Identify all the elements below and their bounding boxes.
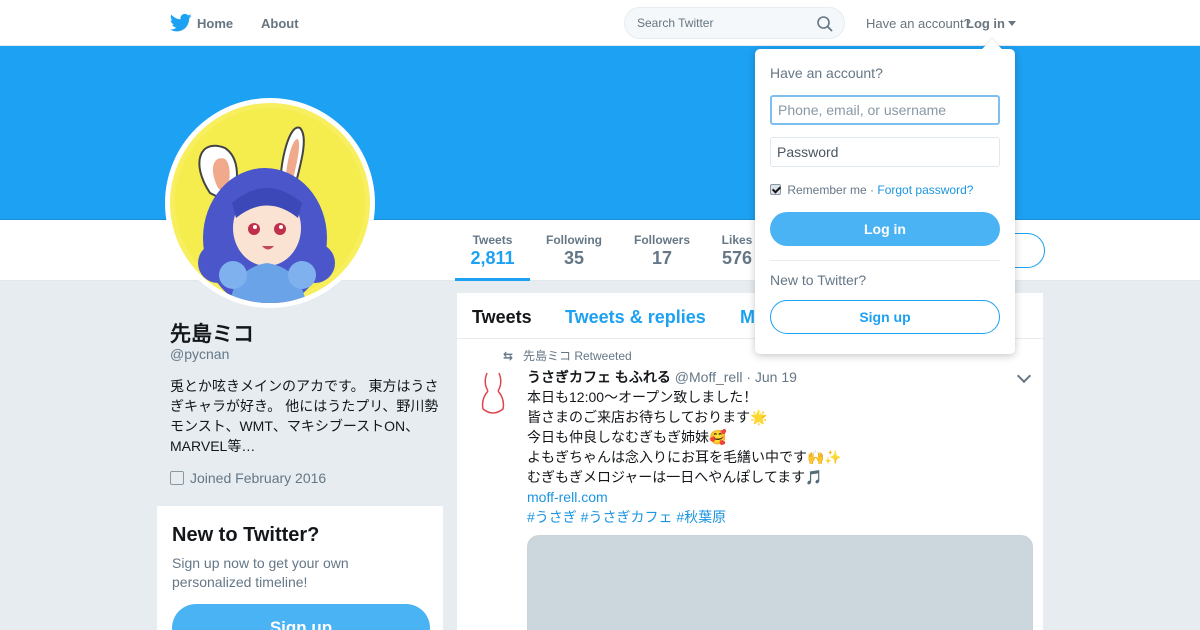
stat-followers[interactable]: Followers 17 <box>632 233 692 269</box>
tab-media[interactable]: M <box>740 307 755 328</box>
signup-button[interactable]: Sign up <box>770 300 1000 334</box>
tweet-media[interactable] <box>527 535 1033 630</box>
dropdown-title: Have an account? <box>770 65 883 81</box>
top-navigation: Home About Search Twitter Have an accoun… <box>0 0 1200 46</box>
nav-about-link[interactable]: About <box>261 16 299 31</box>
card-signup-button[interactable]: Sign up <box>172 604 430 630</box>
search-placeholder[interactable]: Search Twitter <box>637 16 713 30</box>
stat-following[interactable]: Following 35 <box>544 233 604 269</box>
new-to-twitter-card: New to Twitter? Sign up now to get your … <box>156 505 444 630</box>
tweet-hashtags[interactable]: #うさぎ #うさぎカフェ #秋葉原 <box>527 507 842 527</box>
stat-likes[interactable]: Likes 576 <box>720 233 754 269</box>
tweet-header: うさぎカフェ もふれる @Moff_rell · Jun 19 <box>527 367 797 387</box>
have-account-text: Have an account? <box>866 16 971 31</box>
tab-tweets[interactable]: Tweets <box>472 307 532 328</box>
tweet-author-name[interactable]: うさぎカフェ もふれる <box>527 369 671 385</box>
stat-value: 576 <box>721 248 753 268</box>
retweet-icon: ⇆ <box>503 349 514 363</box>
new-card-text: Sign up now to get your own personalized… <box>172 555 349 590</box>
login-dropdown: Have an account? Remember me · Forgot pa… <box>755 39 1015 354</box>
stat-label: Tweets <box>472 233 513 247</box>
remember-checkbox[interactable] <box>770 184 781 195</box>
calendar-icon <box>170 471 184 485</box>
profile-avatar[interactable] <box>165 98 375 308</box>
profile-name: 先島ミコ <box>170 323 254 346</box>
chevron-down-icon[interactable] <box>1016 368 1032 384</box>
profile-bio: 兎とか呟きメインのアカです。 東方はうさぎキャラが好き。 他にはうたプリ、野川勢… <box>170 378 439 454</box>
stat-value: 17 <box>651 248 673 268</box>
username-field[interactable] <box>770 95 1000 125</box>
caret-down-icon[interactable] <box>1008 21 1016 26</box>
new-to-twitter-text: New to Twitter? <box>770 272 867 288</box>
tweet-date[interactable]: · Jun 19 <box>746 369 797 385</box>
tab-tweets-replies[interactable]: Tweets & replies <box>565 307 706 328</box>
tweet-line: 今日も仲良しなむぎもぎ姉妹🥰 <box>527 429 727 445</box>
stat-value: 2,811 <box>470 248 515 268</box>
dropdown-divider <box>770 260 1000 261</box>
remember-separator: · <box>866 183 878 197</box>
avatar-illustration <box>170 103 370 303</box>
stat-tweets[interactable]: Tweets 2,811 <box>470 233 515 269</box>
password-field[interactable] <box>770 137 1000 167</box>
tweet-url-link[interactable]: moff-rell.com <box>527 487 842 507</box>
tweet-text: 本日も12:00～オープン致しました！ 皆さまのご来店お待ちしております🌟 今日… <box>527 387 842 527</box>
tweet-line: よもぎちゃんは念入りにお耳を毛繕い中です🙌✨ <box>527 449 842 465</box>
search-box[interactable]: Search Twitter <box>624 7 845 39</box>
new-card-title: New to Twitter? <box>172 524 320 546</box>
search-icon[interactable] <box>816 15 834 33</box>
profile-handle: @pycnan <box>170 346 230 362</box>
joined-text: Joined February 2016 <box>190 470 327 486</box>
stat-label: Followers <box>633 233 690 247</box>
tweet-author-avatar[interactable] <box>473 369 513 419</box>
stat-label: Following <box>546 233 602 247</box>
remember-row: Remember me · Forgot password? <box>770 183 973 197</box>
stat-value: 35 <box>563 248 585 268</box>
stat-label: Likes <box>721 233 753 247</box>
twitter-bird-icon[interactable] <box>170 13 192 33</box>
tweet-line: 皆さまのご来店お待ちしております🌟 <box>527 409 768 425</box>
tweet-line: むぎもぎメロジャーは一日へやんぽしてます🎵 <box>527 469 823 485</box>
remember-label[interactable]: Remember me <box>787 183 866 197</box>
nav-home-link[interactable]: Home <box>197 16 233 31</box>
login-button[interactable]: Log in <box>770 212 1000 246</box>
tweet-author-handle[interactable]: @Moff_rell <box>675 369 743 385</box>
retweet-context: ⇆ 先島ミコ Retweeted <box>503 347 632 364</box>
forgot-password-link[interactable]: Forgot password? <box>877 183 973 197</box>
active-tab-indicator <box>455 278 530 281</box>
tweet-line: 本日も12:00～オープン致しました！ <box>527 389 758 405</box>
login-menu-toggle[interactable]: Log in <box>966 16 1005 31</box>
retweet-by-text[interactable]: 先島ミコ Retweeted <box>523 349 632 363</box>
joined-date: Joined February 2016 <box>170 470 326 486</box>
